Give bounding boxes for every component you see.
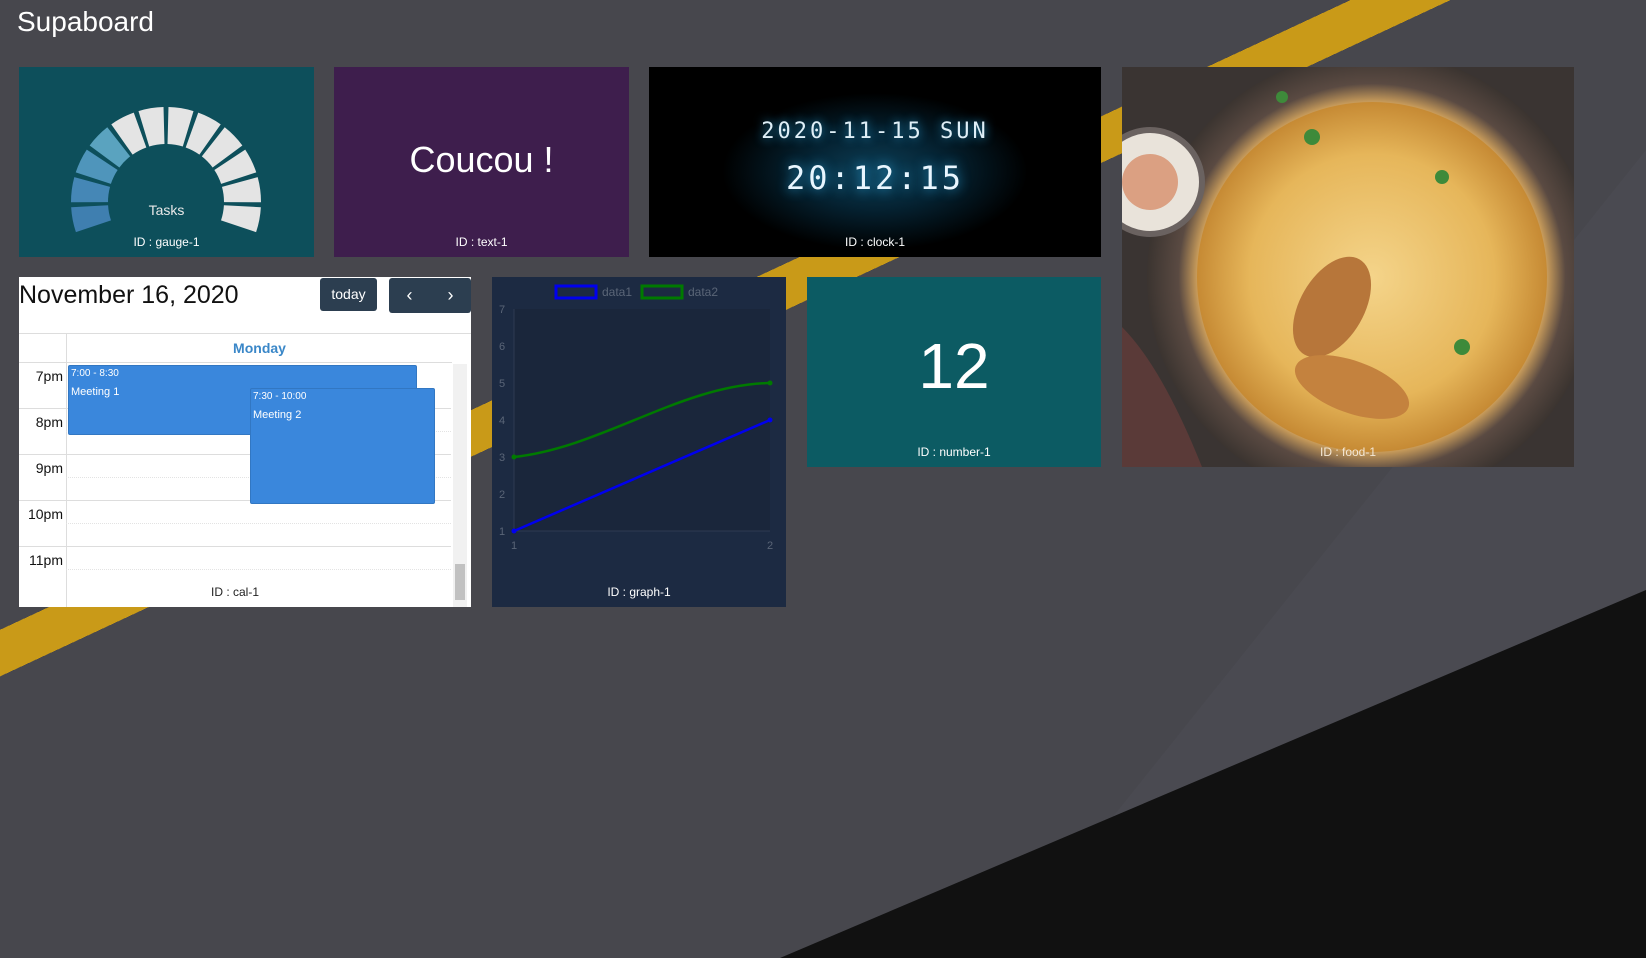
legend-label-data2[interactable]: data2 (688, 285, 718, 299)
data-point-data1 (767, 417, 773, 423)
calendar-title: November 16, 2020 (19, 281, 239, 309)
y-tick-label: 7 (499, 304, 505, 316)
y-tick-label: 3 (499, 452, 505, 464)
scrollbar-thumb[interactable] (455, 564, 465, 600)
calendar-axis-divider (66, 362, 67, 607)
legend-swatch-data2 (640, 284, 684, 300)
calendar-scrollbar[interactable] (453, 364, 467, 607)
x-tick-label: 2 (767, 540, 773, 552)
text-id-label: ID : text-1 (455, 235, 508, 249)
hour-label: 9pm (35, 460, 63, 476)
y-tick-label: 6 (499, 341, 505, 353)
clock-time: 20:12:15 (785, 159, 965, 197)
graph-widget[interactable]: 1 2 3 4 5 6 7 1 2 data1 data2 ID : graph-1 (492, 277, 786, 607)
y-tick-label: 2 (499, 489, 505, 501)
calendar-event[interactable]: 7:30 - 10:00 Meeting 2 (250, 388, 435, 504)
gauge-widget[interactable]: Tasks ID : gauge-1 (19, 67, 314, 257)
gauge-id-label: ID : gauge-1 (133, 235, 200, 249)
number-id-label: ID : number-1 (917, 445, 991, 459)
event-title: Meeting 2 (253, 409, 302, 421)
y-tick-label: 4 (499, 415, 505, 427)
plot-area (514, 309, 770, 531)
data-point-data2 (767, 380, 773, 386)
y-tick-label: 1 (499, 526, 505, 538)
gauge-graphic (71, 107, 261, 233)
app-title: Supaboard (17, 6, 155, 37)
hour-label: 7pm (35, 368, 63, 384)
chevron-left-icon[interactable]: ‹ (389, 278, 430, 313)
food-image (1122, 67, 1574, 467)
x-tick-label: 1 (511, 540, 517, 552)
hour-label: 8pm (35, 414, 63, 430)
text-widget[interactable]: Coucou ! ID : text-1 (334, 67, 629, 257)
hour-label: 11pm (29, 552, 63, 568)
today-button[interactable]: today (320, 278, 377, 311)
text-widget-message: Coucou ! (409, 139, 554, 180)
y-tick-label: 5 (499, 378, 505, 390)
calendar-id-label: ID : cal-1 (210, 585, 259, 599)
calendar-widget[interactable]: November 16, 2020 today ‹ › Monday 7pm 8… (19, 277, 471, 607)
gauge-label: Tasks (148, 202, 185, 218)
chevron-right-icon[interactable]: › (430, 278, 471, 313)
data-point-data1 (511, 528, 517, 534)
calendar-grid: Monday 7pm 8pm 9pm 10pm 11pm 7:00 - 8:30… (19, 333, 471, 607)
hour-line (19, 546, 451, 547)
food-image-widget[interactable]: ID : food-1 (1122, 67, 1574, 467)
event-title: Meeting 1 (71, 386, 120, 398)
half-hour-line (66, 523, 451, 524)
calendar-nav: ‹ › (389, 278, 471, 313)
calendar-day-header: Monday (66, 334, 452, 363)
clock-id-label: ID : clock-1 (844, 235, 905, 249)
food-id-label: ID : food-1 (1319, 445, 1377, 459)
line-chart: 1 2 3 4 5 6 7 1 2 data1 data2 (499, 284, 773, 552)
event-time: 7:00 - 8:30 (71, 368, 119, 379)
half-hour-line (66, 569, 451, 570)
number-value: 12 (918, 330, 990, 402)
event-time: 7:30 - 10:00 (253, 391, 307, 402)
hour-label: 10pm (27, 506, 63, 522)
legend-label-data1[interactable]: data1 (602, 285, 632, 299)
clock-widget[interactable]: 2020-11-15 SUN 20:12:15 ID : clock-1 (649, 67, 1101, 257)
data-point-data2 (511, 454, 517, 460)
calendar-axis-header (19, 334, 66, 363)
number-widget[interactable]: 12 ID : number-1 (807, 277, 1101, 467)
graph-id-label: ID : graph-1 (607, 585, 671, 599)
clock-date: 2020-11-15 SUN (761, 119, 989, 144)
legend-swatch-data1 (554, 284, 598, 300)
